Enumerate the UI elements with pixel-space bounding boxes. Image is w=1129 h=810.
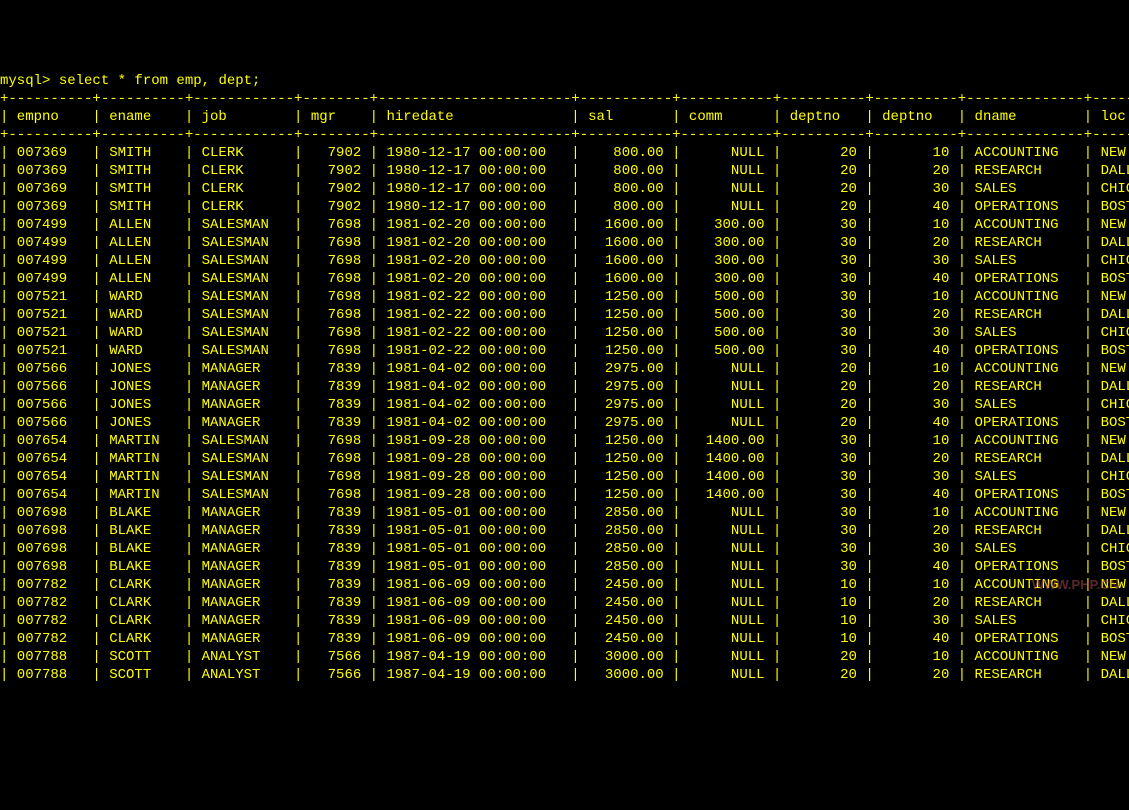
sql-query: select * from emp, dept; (59, 73, 261, 89)
query-result-table: +----------+----------+------------+----… (0, 91, 1129, 683)
mysql-prompt: mysql> (0, 73, 59, 89)
mysql-terminal[interactable]: mysql> select * from emp, dept; +-------… (0, 72, 1129, 684)
